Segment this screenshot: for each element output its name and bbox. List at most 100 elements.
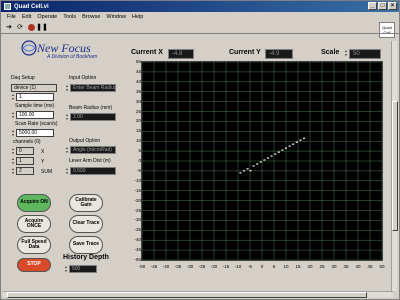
lever-arm-label: Lever Arm Dist (m) bbox=[69, 158, 111, 164]
device-spinner-icon[interactable]: ▲ ▼ bbox=[11, 93, 15, 101]
channel-y-spinner-icon[interactable]: ▲ ▼ bbox=[11, 157, 15, 165]
x-tick-label: 20 bbox=[307, 264, 313, 269]
channel-sum-select[interactable]: 2 bbox=[16, 167, 34, 175]
y-tick-label: 5 bbox=[138, 148, 141, 154]
x-tick-label: 10 bbox=[283, 264, 289, 269]
menu-file[interactable]: File bbox=[7, 14, 16, 20]
x-tick-label: 35 bbox=[343, 264, 349, 269]
calibrate-gain-button[interactable]: Calibrate Gain bbox=[69, 194, 103, 212]
company-logo: New Focus A Division of Bookham bbox=[19, 38, 119, 62]
pause-icon[interactable]: ❚❚ bbox=[36, 23, 48, 31]
menu-help[interactable]: Help bbox=[132, 14, 143, 20]
save-trace-button[interactable]: Save Trace bbox=[69, 236, 103, 254]
y-tick-label: -20 bbox=[134, 197, 141, 203]
trace-point bbox=[246, 168, 249, 170]
abort-icon[interactable] bbox=[27, 23, 35, 31]
device-input[interactable]: 1 bbox=[16, 93, 54, 101]
menu-window[interactable]: Window bbox=[106, 14, 126, 20]
menu-bar: File Edit Operate Tools Browse Window He… bbox=[1, 12, 399, 21]
sample-time-input[interactable]: 100.00 bbox=[16, 111, 54, 119]
horizontal-scroll-thumb[interactable] bbox=[7, 292, 367, 298]
current-x-label: Current X bbox=[131, 49, 163, 56]
trace-point bbox=[249, 170, 252, 172]
x-tick-label: -5 bbox=[247, 264, 252, 269]
trace-point bbox=[299, 139, 302, 141]
menu-operate[interactable]: Operate bbox=[37, 14, 57, 20]
x-tick-label: -50 bbox=[138, 264, 146, 269]
trace-point bbox=[285, 147, 287, 149]
channel-x-spinner-icon[interactable]: ▲ ▼ bbox=[11, 147, 15, 155]
x-tick-label: 50 bbox=[379, 264, 385, 269]
channel-sum-spinner-icon[interactable]: ▲ ▼ bbox=[11, 167, 15, 175]
scale-input[interactable]: 50 bbox=[349, 49, 381, 59]
trace-point bbox=[281, 149, 284, 151]
history-depth-input[interactable]: 500 bbox=[69, 265, 97, 273]
window-title: Quad Cell.vi bbox=[14, 3, 49, 10]
full-speed-data-button[interactable]: Full Speed Data bbox=[17, 236, 51, 254]
run-arrow-icon[interactable]: ➔ bbox=[5, 23, 13, 31]
beam-radius-spinner-icon[interactable]: ▲ ▼ bbox=[65, 113, 69, 121]
output-option-select[interactable]: Angle (microRad) bbox=[70, 146, 116, 154]
close-button[interactable]: × bbox=[388, 2, 397, 10]
menu-tools[interactable]: Tools bbox=[63, 14, 76, 20]
scan-rate-input[interactable]: 5000.00 bbox=[16, 129, 54, 137]
x-tick-label: 5 bbox=[272, 264, 276, 269]
channel-y-label: Y bbox=[41, 159, 45, 165]
current-x-readout: -4.8 bbox=[168, 49, 194, 59]
sample-time-label: Sample time (ms) bbox=[15, 103, 55, 109]
trace-point bbox=[259, 161, 262, 163]
trace-point bbox=[295, 141, 298, 143]
y-tick-label: -15 bbox=[134, 187, 141, 193]
output-option-spinner-icon[interactable]: ▲ ▼ bbox=[65, 146, 69, 154]
history-spinner-icon[interactable]: ▲ ▼ bbox=[64, 265, 68, 273]
vertical-scrollbar[interactable] bbox=[391, 41, 398, 291]
title-bar[interactable]: Quad Cell.vi _ □ × bbox=[1, 1, 399, 12]
y-tick-label: -25 bbox=[134, 207, 141, 213]
app-window: Quad Cell.vi _ □ × File Edit Operate Too… bbox=[0, 0, 400, 300]
x-tick-label: -30 bbox=[186, 264, 194, 269]
acquire-once-button[interactable]: Acquire ONCE bbox=[17, 215, 51, 233]
y-tick-label: 50 bbox=[135, 59, 141, 64]
vi-icon: Quad Cell bbox=[379, 22, 395, 38]
lever-arm-input[interactable]: 0.500 bbox=[70, 167, 116, 175]
y-tick-label: 30 bbox=[135, 98, 141, 104]
menu-browse[interactable]: Browse bbox=[82, 14, 100, 20]
trace-point bbox=[270, 155, 273, 157]
stop-button[interactable]: STOP bbox=[17, 258, 51, 272]
horizontal-scrollbar[interactable] bbox=[3, 291, 393, 298]
xy-plot[interactable] bbox=[141, 61, 383, 261]
acquire-on-button[interactable]: Acquire ON bbox=[17, 194, 51, 212]
x-tick-label: -15 bbox=[222, 264, 230, 269]
x-tick-label: -25 bbox=[198, 264, 206, 269]
y-tick-label: -10 bbox=[134, 177, 141, 183]
input-option-select[interactable]: Enter Beam Radius bbox=[70, 84, 116, 92]
sample-time-spinner-icon[interactable]: ▲ ▼ bbox=[11, 111, 15, 119]
scan-rate-spinner-icon[interactable]: ▲ ▼ bbox=[11, 129, 15, 137]
beam-radius-label: Beam Radius (mm) bbox=[69, 105, 113, 111]
channel-sum-label: SUM bbox=[41, 169, 53, 175]
channel-x-select[interactable]: 0 bbox=[16, 147, 34, 155]
maximize-button[interactable]: □ bbox=[378, 2, 387, 10]
device-select[interactable]: device (1) bbox=[11, 84, 57, 92]
x-tick-label: 15 bbox=[295, 264, 301, 269]
beam-radius-input[interactable]: 2.00 bbox=[70, 113, 116, 121]
minimize-button[interactable]: _ bbox=[368, 2, 377, 10]
vertical-scroll-thumb[interactable] bbox=[392, 101, 398, 231]
channel-y-select[interactable]: 1 bbox=[16, 157, 34, 165]
scale-spinner-icon[interactable]: ▲ ▼ bbox=[344, 49, 348, 57]
channel-x-label: X bbox=[41, 149, 45, 155]
y-tick-label: -35 bbox=[134, 227, 141, 233]
menu-edit[interactable]: Edit bbox=[22, 14, 31, 20]
x-tick-label: -45 bbox=[150, 264, 158, 269]
trace-point bbox=[256, 163, 259, 165]
input-option-spinner-icon[interactable]: ▲ ▼ bbox=[65, 84, 69, 92]
lever-arm-spinner-icon[interactable]: ▲ ▼ bbox=[65, 167, 69, 175]
app-icon bbox=[4, 3, 11, 10]
clear-trace-button[interactable]: Clear Trace bbox=[69, 215, 103, 233]
y-tick-label: 15 bbox=[135, 128, 141, 134]
run-continuous-icon[interactable]: ⟳ bbox=[16, 23, 24, 31]
current-y-label: Current Y bbox=[229, 49, 261, 56]
trace-point bbox=[277, 151, 280, 153]
y-tick-label: 40 bbox=[135, 78, 141, 84]
trace-point bbox=[239, 172, 242, 174]
